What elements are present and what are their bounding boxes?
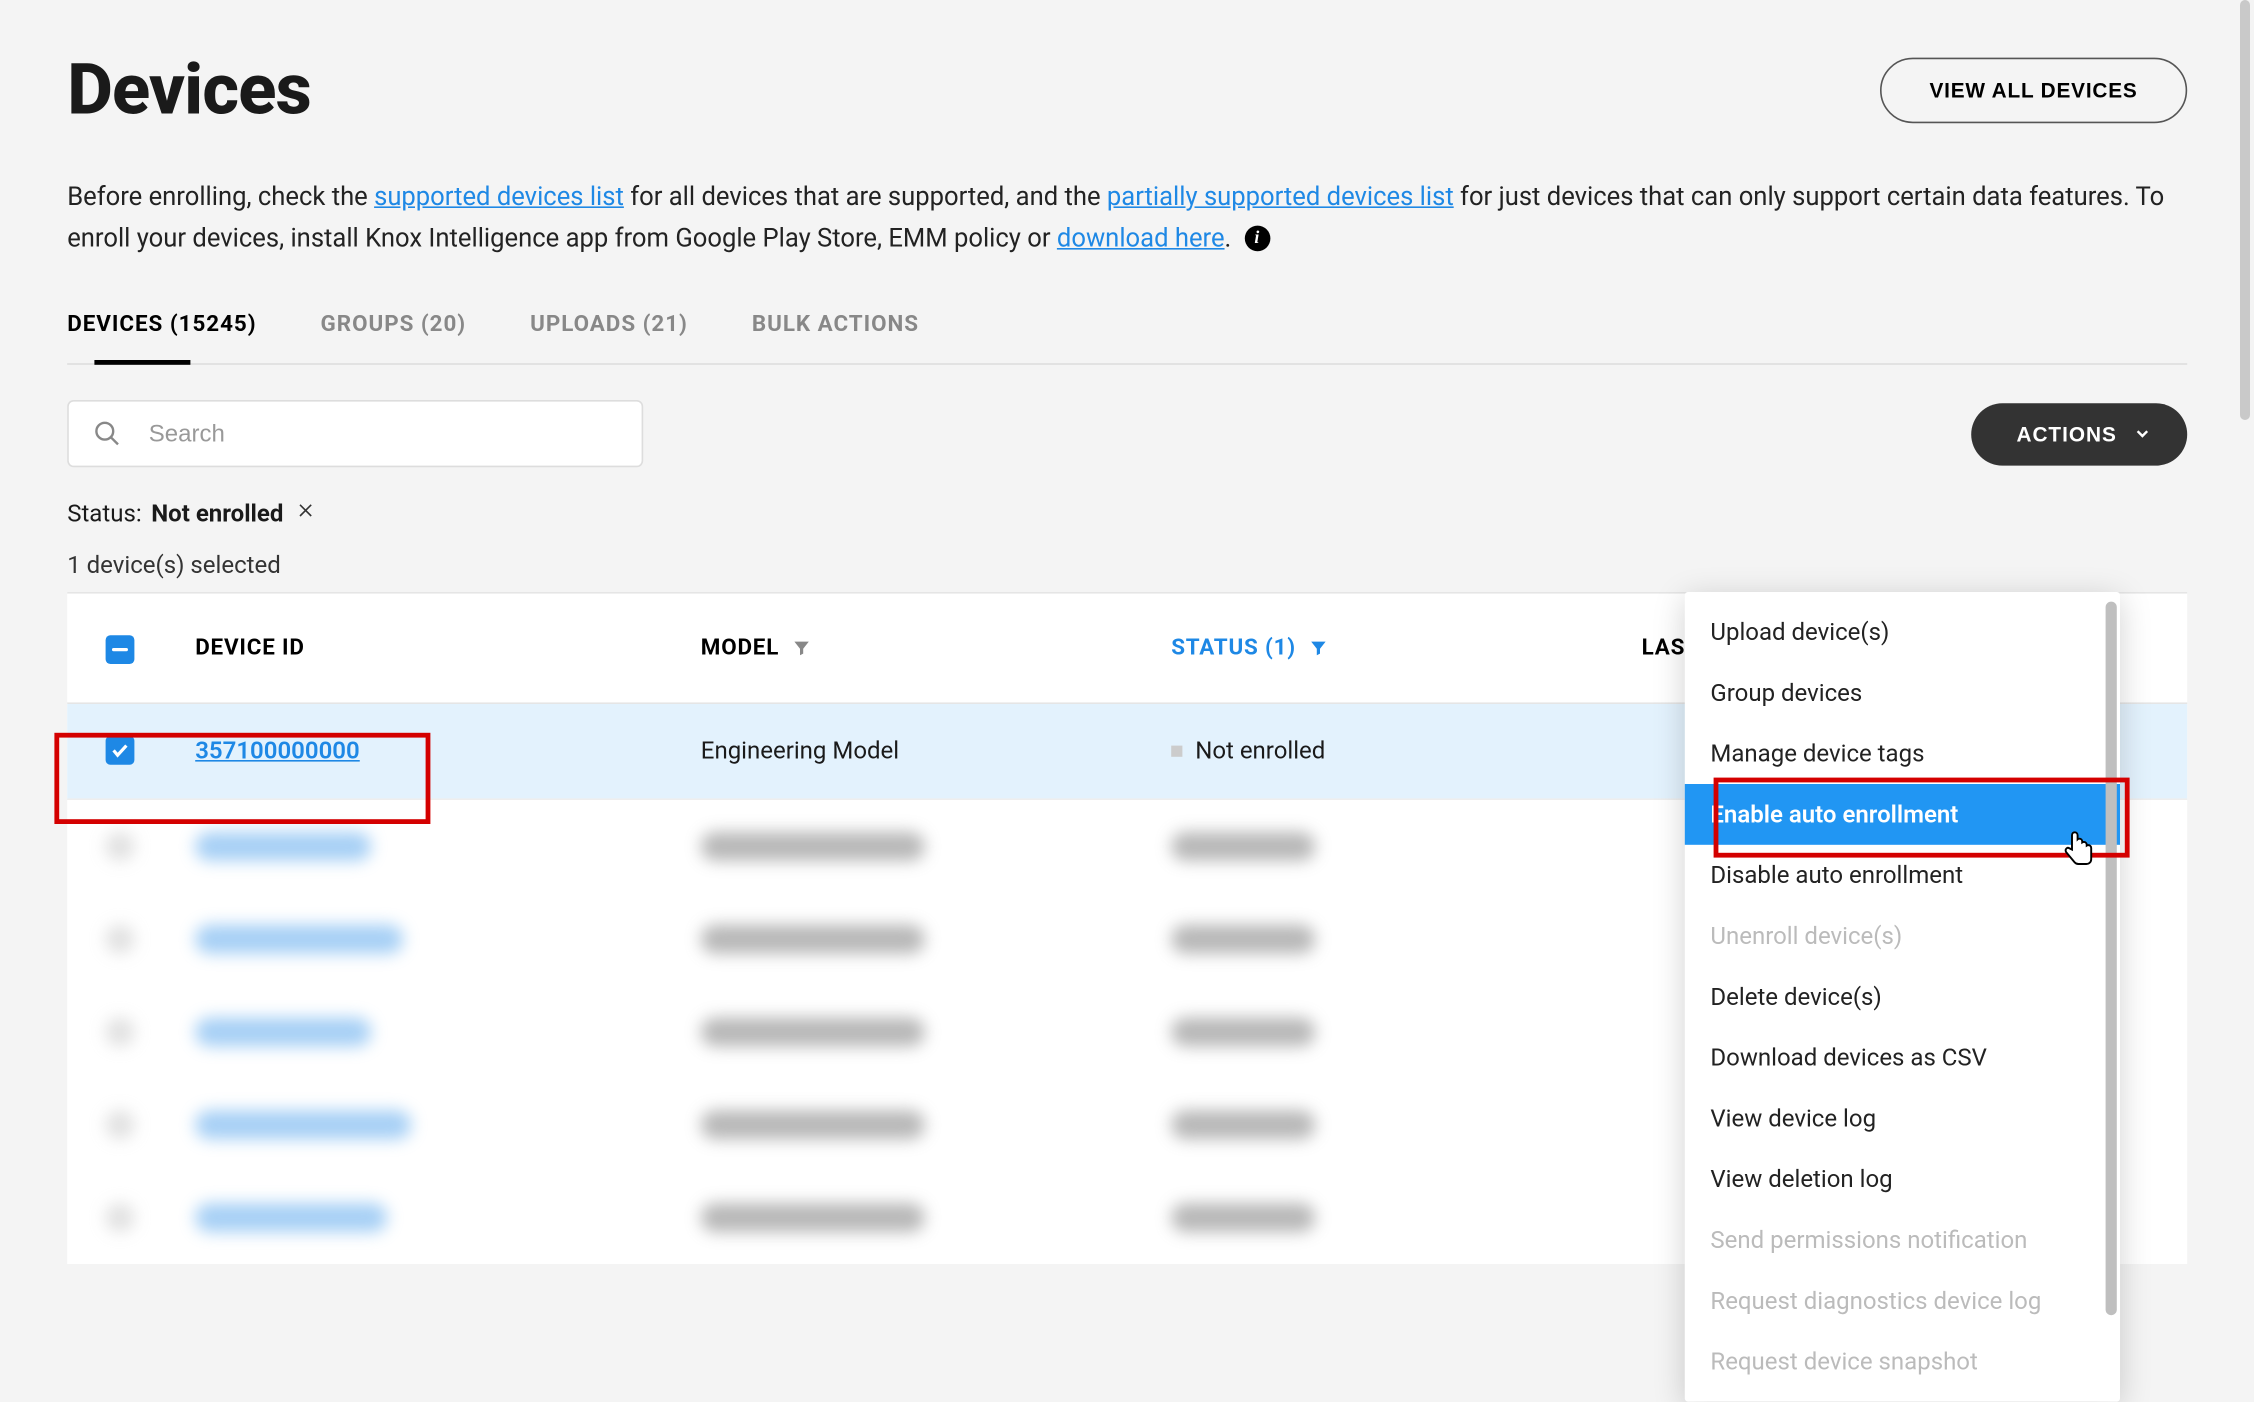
- intro-part: Before enrolling, check the: [67, 181, 374, 211]
- selection-count: 1 device(s) selected: [67, 551, 2187, 580]
- menu-view-device-log[interactable]: View device log: [1685, 1088, 2120, 1149]
- search-wrap: [67, 400, 643, 467]
- col-status[interactable]: STATUS (1): [1171, 635, 1641, 661]
- device-id-link[interactable]: 357100000000: [195, 737, 360, 766]
- menu-download-csv[interactable]: Download devices as CSV: [1685, 1028, 2120, 1089]
- device-status-text: Not enrolled: [1195, 737, 1325, 766]
- tabs: DEVICES (15245) GROUPS (20) UPLOADS (21)…: [67, 296, 2187, 365]
- view-all-devices-button[interactable]: VIEW ALL DEVICES: [1880, 57, 2187, 123]
- filter-icon: [792, 639, 811, 658]
- menu-manage-tags[interactable]: Manage device tags: [1685, 724, 2120, 785]
- menu-delete-devices[interactable]: Delete device(s): [1685, 967, 2120, 1028]
- tab-uploads[interactable]: UPLOADS (21): [530, 296, 688, 363]
- menu-send-permissions: Send permissions notification: [1685, 1210, 2120, 1271]
- chevron-down-icon: [2133, 424, 2152, 443]
- status-filter-value: Not enrolled: [151, 500, 283, 529]
- tab-bulk-actions[interactable]: BULK ACTIONS: [752, 296, 919, 363]
- col-model-label: MODEL: [701, 635, 779, 661]
- page-title: Devices: [67, 48, 311, 131]
- menu-disable-auto-enrollment[interactable]: Disable auto enrollment: [1685, 845, 2120, 906]
- download-here-link[interactable]: download here: [1057, 222, 1225, 252]
- status-filter-clear[interactable]: [296, 501, 315, 527]
- select-all-checkbox[interactable]: [106, 635, 135, 664]
- status-dot-icon: [1171, 746, 1182, 757]
- search-icon: [93, 420, 122, 449]
- tab-devices[interactable]: DEVICES (15245): [67, 296, 256, 363]
- dropdown-scrollbar[interactable]: [2106, 602, 2117, 1316]
- check-icon: [110, 741, 129, 760]
- actions-button[interactable]: ACTIONS: [1972, 403, 2188, 465]
- info-icon[interactable]: i: [1244, 226, 1270, 252]
- row-checkbox[interactable]: [106, 736, 135, 765]
- device-status: Not enrolled: [1171, 737, 1641, 766]
- device-model: Engineering Model: [701, 737, 1171, 766]
- filter-icon: [1309, 639, 1328, 658]
- menu-request-diagnostics: Request diagnostics device log: [1685, 1271, 2120, 1332]
- tab-groups[interactable]: GROUPS (20): [321, 296, 467, 363]
- actions-button-label: ACTIONS: [2016, 422, 2116, 446]
- menu-unenroll-devices: Unenroll device(s): [1685, 906, 2120, 967]
- actions-dropdown: Upload device(s) Group devices Manage de…: [1685, 592, 2120, 1402]
- status-filter-label: Status:: [67, 500, 141, 529]
- status-filter-chip: Status: Not enrolled: [67, 500, 2187, 529]
- menu-enable-auto-enrollment[interactable]: Enable auto enrollment: [1685, 784, 2120, 845]
- partially-supported-link[interactable]: partially supported devices list: [1107, 181, 1454, 211]
- intro-text: Before enrolling, check the supported de…: [67, 176, 2187, 258]
- search-input[interactable]: [67, 400, 643, 467]
- intro-part: for all devices that are supported, and …: [624, 181, 1107, 211]
- menu-request-snapshot: Request device snapshot: [1685, 1332, 2120, 1393]
- col-model[interactable]: MODEL: [701, 635, 1171, 661]
- col-status-label: STATUS (1): [1171, 635, 1296, 661]
- supported-devices-link[interactable]: supported devices list: [374, 181, 624, 211]
- menu-view-deletion-log[interactable]: View deletion log: [1685, 1149, 2120, 1210]
- col-device-id[interactable]: DEVICE ID: [195, 635, 701, 661]
- menu-group-devices[interactable]: Group devices: [1685, 663, 2120, 724]
- intro-part: .: [1225, 222, 1232, 252]
- menu-upload-devices[interactable]: Upload device(s): [1685, 602, 2120, 663]
- close-icon: [296, 501, 315, 520]
